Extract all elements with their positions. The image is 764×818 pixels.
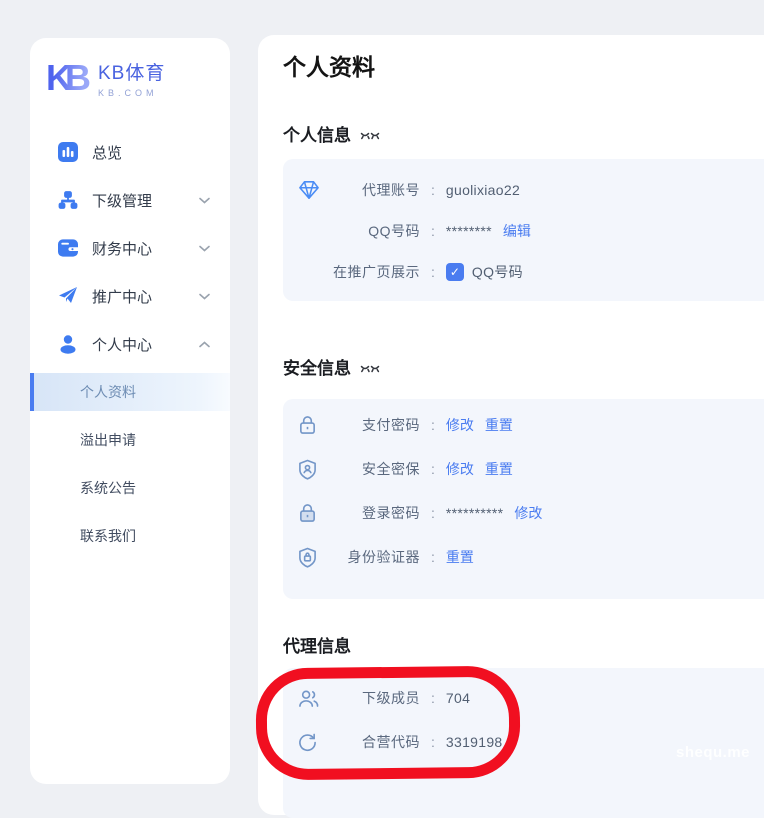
- colon: :: [431, 223, 435, 239]
- sidebar-subitem-system-announcements[interactable]: 系统公告: [30, 464, 230, 512]
- authenticator-label: 身份验证器: [332, 547, 420, 567]
- personal-info-heading: 个人信息: [283, 125, 351, 147]
- agent-info-card: 下级成员 : 704 合营代码 : 3319198: [283, 668, 764, 818]
- colon: :: [431, 690, 435, 706]
- qq-edit-link[interactable]: 编辑: [503, 221, 531, 241]
- sidebar-subitem-label: 系统公告: [80, 478, 136, 498]
- qq-number-masked-value: ********: [446, 223, 492, 239]
- page-title: 个人资料: [283, 51, 764, 83]
- sidebar-subitem-contact-us[interactable]: 联系我们: [30, 512, 230, 560]
- colon: :: [431, 417, 435, 433]
- sidebar-item-overview[interactable]: 总览: [30, 128, 230, 176]
- login-password-masked-value: **********: [446, 505, 503, 521]
- security-question-reset-link[interactable]: 重置: [485, 459, 513, 479]
- shield-user-icon: [298, 459, 332, 480]
- subordinate-members-row: 下级成员 : 704: [283, 676, 764, 720]
- security-info-card: 支付密码 : 修改 重置 安全密保 : 修改 重置 登录密码 : *******…: [283, 399, 764, 599]
- qq-number-row: QQ号码 : ******** 编辑: [283, 210, 764, 251]
- pay-password-label: 支付密码: [332, 415, 420, 435]
- security-question-modify-link[interactable]: 修改: [446, 459, 474, 479]
- qq-display-checkbox-label: QQ号码: [472, 262, 523, 282]
- partner-code-value: 3319198: [446, 734, 503, 750]
- agent-account-row: 代理账号 : guolixiao22: [283, 169, 764, 210]
- kb-logo-mark: KB: [46, 60, 92, 96]
- colon: :: [431, 549, 435, 565]
- wallet-icon: [58, 238, 78, 258]
- sidebar-item-personal-center[interactable]: 个人中心: [30, 320, 230, 368]
- shield-lock-icon: [298, 547, 332, 568]
- colon: :: [431, 505, 435, 521]
- authenticator-reset-link[interactable]: 重置: [446, 547, 474, 567]
- subordinate-members-value: 704: [446, 690, 470, 706]
- sidebar-subitem-label: 溢出申请: [80, 430, 136, 450]
- agent-account-value: guolixiao22: [446, 182, 520, 198]
- qq-number-label: QQ号码: [332, 221, 420, 241]
- personal-info-section-header: 个人信息: [283, 125, 764, 147]
- eye-closed-icon[interactable]: [360, 364, 380, 375]
- sidebar-item-label: 财务中心: [92, 238, 152, 259]
- paper-plane-icon: [58, 286, 78, 306]
- sidebar-subitem-label: 联系我们: [80, 526, 136, 546]
- user-icon: [58, 334, 78, 354]
- personal-info-card: 代理账号 : guolixiao22 QQ号码 : ******** 编辑 在推…: [283, 159, 764, 301]
- sidebar-subitem-overflow-request[interactable]: 溢出申请: [30, 416, 230, 464]
- lock-icon: [298, 503, 332, 523]
- kb-logo-title: KB体育: [98, 58, 165, 85]
- partner-code-row: 合营代码 : 3319198: [283, 720, 764, 764]
- login-password-label: 登录密码: [332, 503, 420, 523]
- sidebar-item-label: 个人中心: [92, 334, 152, 355]
- sidebar: KB KB体育 KB.COM 总览 下级管理 财务中心: [30, 38, 230, 784]
- sync-icon: [298, 733, 332, 752]
- colon: :: [431, 461, 435, 477]
- qq-display-checkbox[interactable]: ✓: [446, 263, 464, 281]
- users-icon: [298, 689, 332, 708]
- security-info-heading: 安全信息: [283, 358, 351, 380]
- colon: :: [431, 182, 435, 198]
- sidebar-item-label: 下级管理: [92, 190, 152, 211]
- sidebar-menu: 总览 下级管理 财务中心 推广中心: [30, 128, 230, 560]
- agent-info-section-header: 代理信息: [283, 636, 764, 658]
- security-question-label: 安全密保: [332, 459, 420, 479]
- login-password-row: 登录密码 : ********** 修改: [283, 491, 764, 535]
- sidebar-item-label: 推广中心: [92, 286, 152, 307]
- security-question-row: 安全密保 : 修改 重置: [283, 447, 764, 491]
- sidebar-item-subordinates[interactable]: 下级管理: [30, 176, 230, 224]
- sidebar-item-finance[interactable]: 财务中心: [30, 224, 230, 272]
- promo-display-row: 在推广页展示 : ✓ QQ号码: [283, 251, 764, 292]
- colon: :: [431, 734, 435, 750]
- eye-closed-icon[interactable]: [360, 131, 380, 142]
- kb-logo-subtitle: KB.COM: [98, 88, 165, 98]
- kb-logo: KB KB体育 KB.COM: [30, 38, 230, 98]
- chevron-down-icon: [199, 245, 210, 252]
- sidebar-subitem-label: 个人资料: [80, 382, 136, 402]
- agent-account-label: 代理账号: [332, 180, 420, 200]
- pay-password-reset-link[interactable]: 重置: [485, 415, 513, 435]
- sidebar-item-promotion[interactable]: 推广中心: [30, 272, 230, 320]
- chevron-down-icon: [199, 293, 210, 300]
- security-info-section-header: 安全信息: [283, 358, 764, 380]
- pay-password-row: 支付密码 : 修改 重置: [283, 403, 764, 447]
- overview-chart-icon: [58, 142, 78, 162]
- agent-info-heading: 代理信息: [283, 636, 351, 658]
- chevron-up-icon: [199, 341, 210, 348]
- org-chart-icon: [58, 190, 78, 210]
- subordinate-members-label: 下级成员: [332, 688, 420, 708]
- partner-code-label: 合营代码: [332, 732, 420, 752]
- login-password-modify-link[interactable]: 修改: [514, 503, 542, 523]
- authenticator-row: 身份验证器 : 重置: [283, 535, 764, 579]
- sidebar-item-label: 总览: [92, 142, 122, 163]
- sidebar-subitem-profile[interactable]: 个人资料: [30, 373, 230, 411]
- promo-display-label: 在推广页展示: [332, 262, 420, 282]
- chevron-down-icon: [199, 197, 210, 204]
- colon: :: [431, 264, 435, 280]
- lock-icon: [298, 415, 332, 435]
- gem-icon: [298, 180, 332, 200]
- pay-password-modify-link[interactable]: 修改: [446, 415, 474, 435]
- main-content: 个人资料 个人信息 代理账号 : guolixiao22 QQ号码 : ****…: [258, 35, 764, 815]
